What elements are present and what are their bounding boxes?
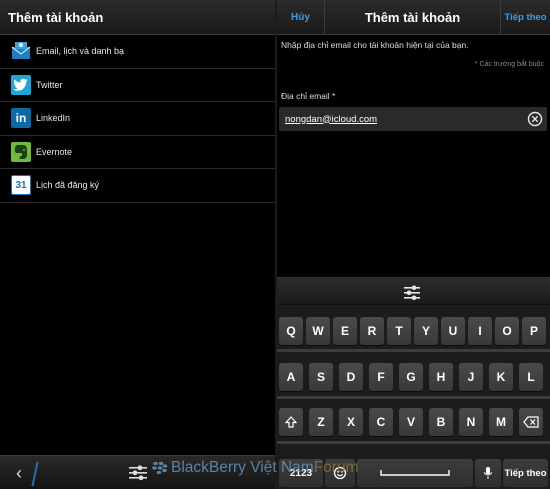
key-n[interactable]: N — [459, 408, 483, 436]
email-entry-panel: Hủy Thêm tài khoản Tiếp theo Nhập địa ch… — [277, 0, 550, 489]
back-button[interactable]: ‹ — [8, 462, 30, 484]
dialog-title: Thêm tài khoản — [364, 10, 461, 25]
left-action-bar: ‹ — [0, 455, 275, 489]
space-key[interactable] — [357, 459, 473, 487]
cancel-button[interactable]: Hủy — [277, 0, 325, 35]
key-v[interactable]: V — [399, 408, 423, 436]
key-g[interactable]: G — [399, 363, 423, 391]
key-c[interactable]: C — [369, 408, 393, 436]
calendar-icon-date: 31 — [15, 179, 27, 191]
emoji-key[interactable] — [325, 459, 355, 487]
key-f[interactable]: F — [369, 363, 393, 391]
key-z[interactable]: Z — [309, 408, 333, 436]
account-item-label: Lịch đã đăng ký — [36, 180, 100, 191]
account-item-linkedin[interactable]: in LinkedIn — [0, 102, 275, 136]
email-calendar-contacts-icon — [11, 41, 31, 61]
calendar-icon: 31 — [11, 175, 31, 196]
key-w[interactable]: W — [306, 317, 330, 345]
page-title: Thêm tài khoản — [8, 10, 104, 25]
enter-next-key[interactable]: Tiếp theo — [503, 459, 548, 487]
symbol-key[interactable]: 2123 — [279, 459, 323, 487]
key-a[interactable]: A — [279, 363, 303, 391]
twitter-bird-icon — [11, 74, 31, 95]
virtual-keyboard: Q W E R T Y U I O P A S D F G H J K L Z … — [277, 277, 550, 489]
backspace-key[interactable] — [519, 408, 543, 436]
key-h[interactable]: H — [429, 363, 453, 391]
back-separator — [31, 462, 39, 486]
key-j[interactable]: J — [459, 363, 483, 391]
left-header: Thêm tài khoản — [0, 0, 275, 35]
linkedin-icon: in — [11, 108, 31, 129]
email-field — [279, 107, 547, 131]
next-button[interactable]: Tiếp theo — [500, 0, 550, 35]
keyboard-row-divider — [277, 349, 550, 352]
key-t[interactable]: T — [387, 317, 411, 345]
keyboard-bottom-row: 2123 Tiếp theo — [277, 456, 550, 489]
required-fields-note: * Các trường bắt buộc — [474, 61, 544, 68]
backspace-icon — [523, 416, 539, 428]
account-item-label: LinkedIn — [36, 113, 71, 124]
account-type-list: Email, lịch và danh bạ Twitter in Linked… — [0, 35, 275, 203]
evernote-elephant-icon — [11, 141, 31, 162]
keyboard-row-3: Z X C V B N M — [277, 405, 550, 439]
key-l[interactable]: L — [519, 363, 543, 391]
account-item-email[interactable]: Email, lịch và danh bạ — [0, 35, 275, 69]
key-u[interactable]: U — [441, 317, 465, 345]
keyboard-row-divider — [277, 396, 550, 399]
key-x[interactable]: X — [339, 408, 363, 436]
clear-x-icon[interactable] — [527, 111, 543, 127]
account-item-label: Twitter — [36, 79, 63, 90]
back-arrow-icon: ‹ — [16, 462, 22, 483]
microphone-icon — [483, 467, 493, 479]
key-q[interactable]: Q — [279, 317, 303, 345]
key-m[interactable]: M — [489, 408, 513, 436]
account-item-evernote[interactable]: Evernote — [0, 136, 275, 169]
key-r[interactable]: R — [360, 317, 384, 345]
email-field-label: Địa chỉ email * — [281, 91, 336, 101]
account-item-subscribed-calendar[interactable]: 31 Lịch đã đăng ký — [0, 169, 275, 203]
voice-input-key[interactable] — [475, 459, 501, 487]
key-e[interactable]: E — [333, 317, 357, 345]
keyboard-row-divider — [277, 441, 550, 444]
key-y[interactable]: Y — [414, 317, 438, 345]
shift-arrow-icon — [285, 416, 297, 428]
account-item-twitter[interactable]: Twitter — [0, 69, 275, 102]
space-bar-icon — [380, 470, 450, 476]
right-header: Hủy Thêm tài khoản Tiếp theo — [277, 0, 550, 35]
keyboard-row-1: Q W E R T Y U I O P — [277, 314, 550, 348]
add-account-panel: Thêm tài khoản Email, lịch và danh bạ Tw… — [0, 0, 275, 489]
key-i[interactable]: I — [468, 317, 492, 345]
emoticon-icon — [333, 466, 347, 480]
key-d[interactable]: D — [339, 363, 363, 391]
account-item-label: Email, lịch và danh bạ — [36, 46, 125, 57]
key-o[interactable]: O — [495, 317, 519, 345]
account-item-label: Evernote — [36, 146, 73, 157]
key-k[interactable]: K — [489, 363, 513, 391]
keyboard-settings-icon[interactable] — [402, 283, 422, 301]
keyboard-toolbar — [277, 278, 550, 305]
shift-key[interactable] — [279, 408, 303, 436]
settings-sliders-icon[interactable] — [128, 464, 148, 482]
keyboard-row-2: A S D F G H J K L — [277, 360, 550, 394]
key-b[interactable]: B — [429, 408, 453, 436]
instruction-text: Nhập địa chỉ email cho tài khoản hiện tạ… — [281, 40, 469, 50]
email-input[interactable] — [285, 112, 517, 126]
key-s[interactable]: S — [309, 363, 333, 391]
key-p[interactable]: P — [522, 317, 546, 345]
